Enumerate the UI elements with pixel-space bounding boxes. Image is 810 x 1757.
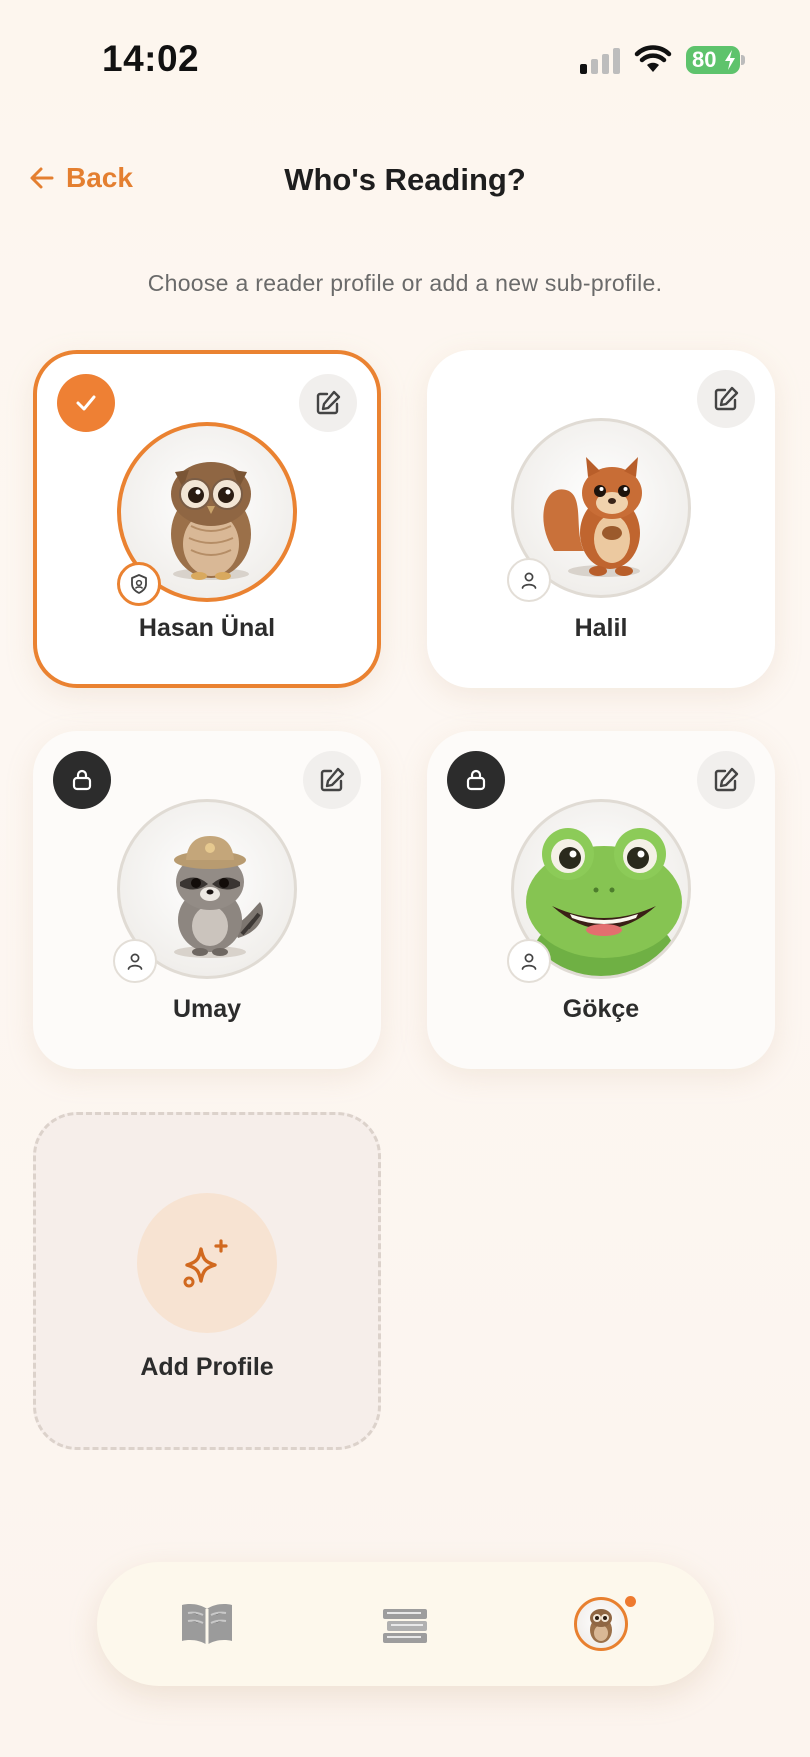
bottom-tab-bar — [97, 1562, 714, 1686]
edit-profile-button[interactable] — [299, 374, 357, 432]
profile-name: Umay — [172, 995, 242, 1023]
status-bar: 14:02 80 — [0, 0, 810, 120]
edit-profile-button[interactable] — [303, 751, 361, 809]
sparkle-icon — [183, 1239, 228, 1288]
notification-dot — [625, 1596, 636, 1607]
parent-shield-icon — [117, 562, 161, 606]
profile-card-umay[interactable]: Umay — [33, 731, 381, 1069]
edit-icon — [714, 386, 739, 411]
open-book-icon — [182, 1604, 232, 1645]
profile-card-halil[interactable]: Halil — [427, 350, 775, 688]
battery-indicator: 80 — [686, 46, 740, 74]
edit-icon — [714, 767, 739, 792]
profile-card-hasan[interactable]: Hasan Ünal — [33, 350, 381, 688]
add-profile-circle — [137, 1193, 277, 1333]
book-stack-icon — [383, 1609, 427, 1643]
charging-bolt-icon — [725, 50, 735, 70]
edit-icon — [316, 390, 341, 415]
profile-name: Gökçe — [562, 995, 640, 1023]
child-user-icon — [507, 939, 551, 983]
lock-icon — [53, 751, 111, 809]
tab-library[interactable] — [167, 1584, 247, 1664]
battery-cap — [741, 55, 745, 65]
profile-name: Hasan Ünal — [138, 614, 276, 642]
child-user-icon — [507, 558, 551, 602]
tab-books[interactable] — [365, 1584, 445, 1664]
status-time: 14:02 — [102, 38, 200, 79]
edit-icon — [320, 767, 345, 792]
edit-profile-button[interactable] — [697, 370, 755, 428]
page-title: Who's Reading? — [284, 162, 526, 197]
header: Back Who's Reading? — [0, 150, 810, 210]
profile-name: Halil — [574, 614, 628, 642]
selected-check-icon — [57, 374, 115, 432]
battery-level: 80 — [692, 47, 717, 72]
owl-avatar-icon — [574, 1597, 628, 1651]
add-profile-label: Add Profile — [140, 1353, 274, 1381]
add-profile-button[interactable]: Add Profile — [33, 1112, 381, 1450]
edit-profile-button[interactable] — [697, 751, 755, 809]
profile-card-gokce[interactable]: Gökçe — [427, 731, 775, 1069]
child-user-icon — [113, 939, 157, 983]
wifi-icon — [634, 45, 672, 72]
lock-icon — [447, 751, 505, 809]
subtitle: Choose a reader profile or add a new sub… — [147, 270, 663, 296]
signal-icon — [580, 48, 622, 74]
